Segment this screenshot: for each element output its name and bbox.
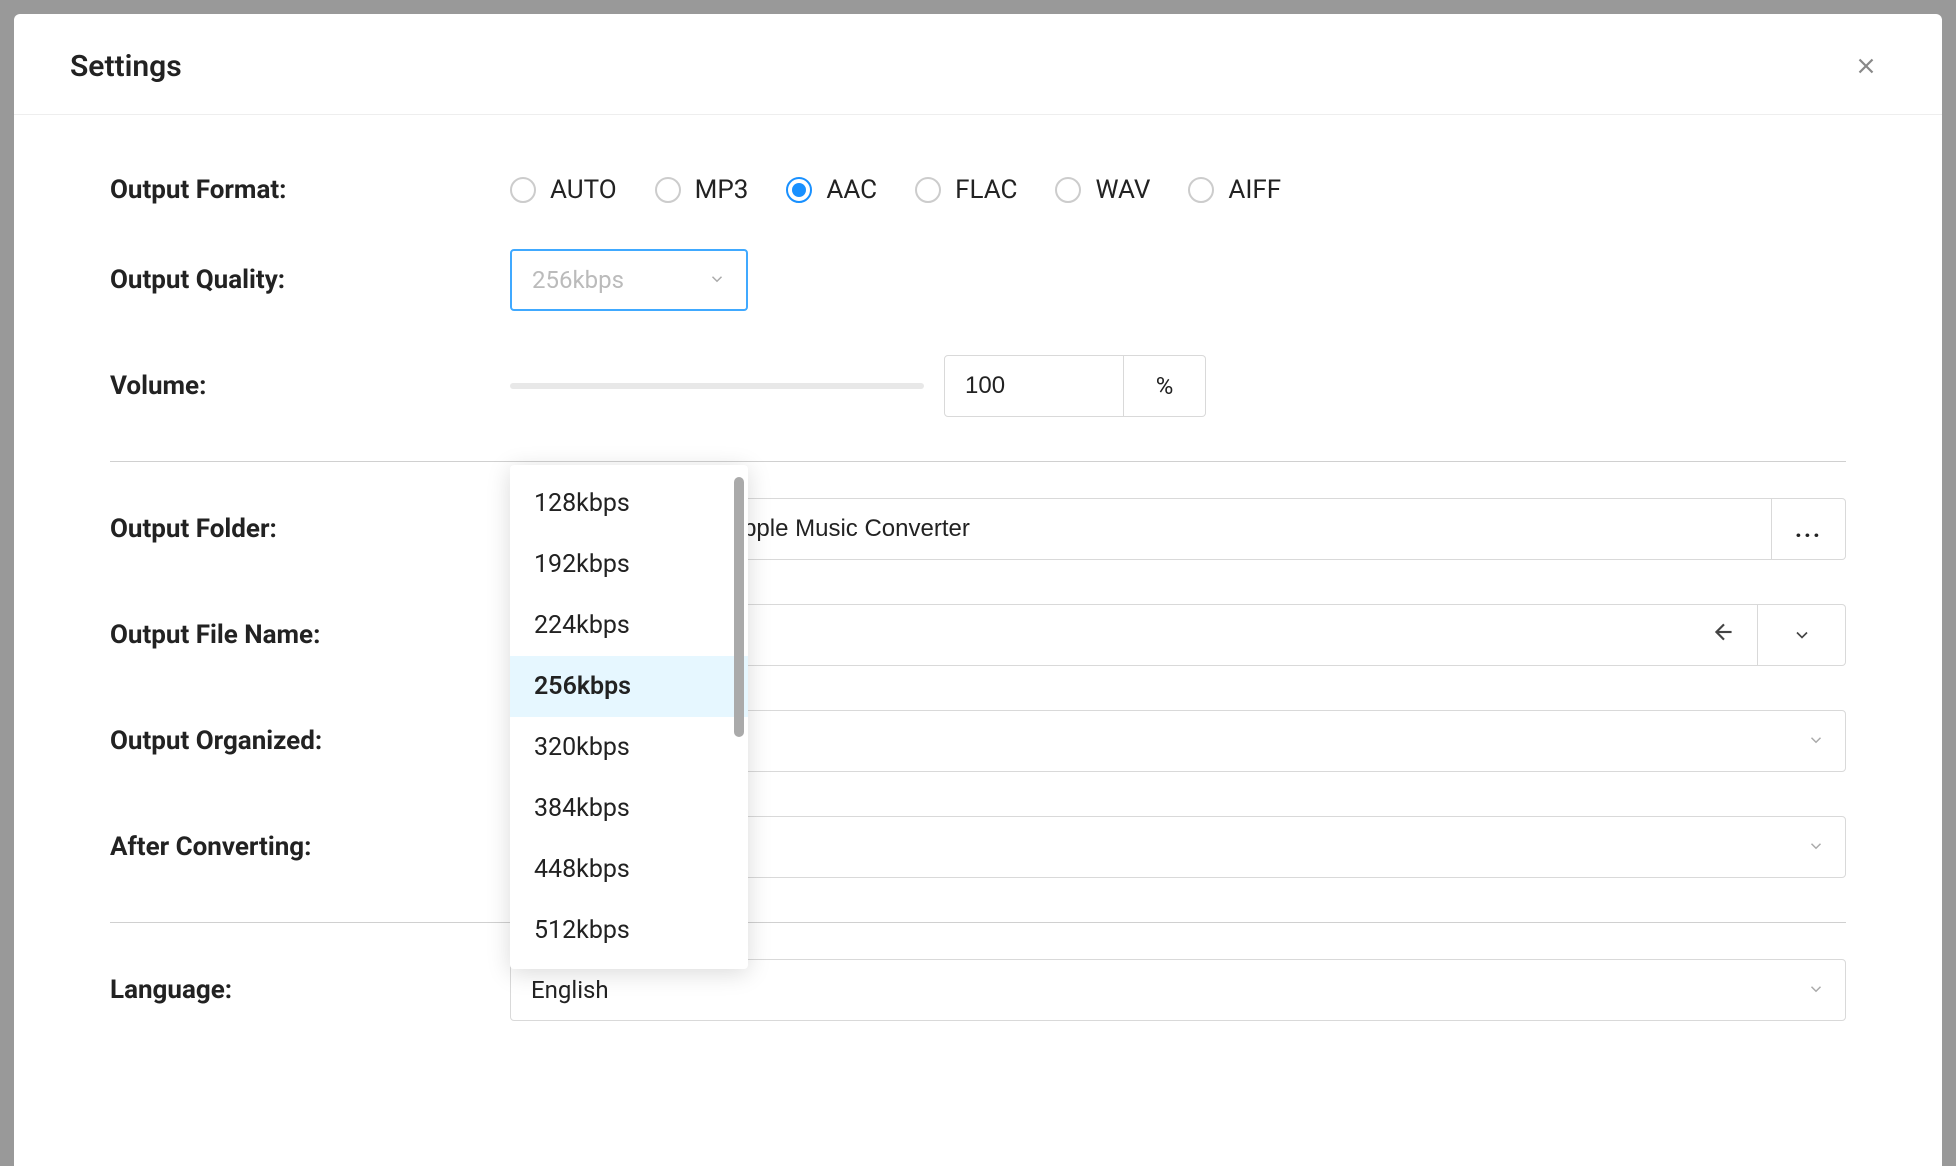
output-folder-row: Output Folder: ... bbox=[110, 498, 1846, 560]
after-converting-row: After Converting: None bbox=[110, 816, 1846, 878]
language-row: Language: English bbox=[110, 959, 1846, 1021]
quality-option-256[interactable]: 256kbps bbox=[510, 656, 748, 717]
output-quality-row: Output Quality: 256kbps bbox=[110, 249, 1846, 311]
volume-slider[interactable] bbox=[510, 383, 924, 389]
scrollbar-thumb[interactable] bbox=[734, 477, 744, 737]
quality-option-448[interactable]: 448kbps bbox=[510, 839, 748, 900]
output-quality-label: Output Quality: bbox=[110, 265, 510, 295]
output-quality-control: 256kbps bbox=[510, 249, 1846, 311]
radio-aac[interactable]: AAC bbox=[786, 175, 877, 205]
modal-header: Settings bbox=[14, 14, 1942, 115]
chevron-down-icon bbox=[708, 266, 726, 294]
quality-option-192[interactable]: 192kbps bbox=[510, 534, 748, 595]
radio-circle-icon bbox=[915, 177, 941, 203]
arrow-left-icon bbox=[1711, 619, 1737, 651]
radio-label: AIFF bbox=[1228, 175, 1281, 205]
volume-row: Volume: % bbox=[110, 355, 1846, 417]
quality-dropdown-panel: 128kbps 192kbps 224kbps 256kbps 320kbps … bbox=[510, 465, 748, 969]
divider bbox=[110, 461, 1846, 462]
radio-circle-icon bbox=[655, 177, 681, 203]
output-format-row: Output Format: AUTO MP3 AAC FLAC bbox=[110, 175, 1846, 205]
output-quality-select[interactable]: 256kbps bbox=[510, 249, 748, 311]
radio-auto[interactable]: AUTO bbox=[510, 175, 617, 205]
volume-unit: % bbox=[1124, 355, 1206, 417]
quality-option-512[interactable]: 512kbps bbox=[510, 900, 748, 961]
chevron-down-icon bbox=[1792, 625, 1812, 645]
after-converting-label: After Converting: bbox=[110, 832, 510, 862]
ellipsis-icon: ... bbox=[1795, 515, 1822, 543]
output-filename-label: Output File Name: bbox=[110, 620, 510, 650]
output-format-label: Output Format: bbox=[110, 175, 510, 205]
radio-label: MP3 bbox=[695, 175, 749, 205]
volume-input[interactable] bbox=[944, 355, 1124, 417]
language-value: English bbox=[531, 976, 609, 1004]
radio-circle-icon bbox=[510, 177, 536, 203]
output-format-radios: AUTO MP3 AAC FLAC WAV bbox=[510, 175, 1846, 205]
volume-label: Volume: bbox=[110, 371, 510, 401]
output-folder-label: Output Folder: bbox=[110, 514, 510, 544]
modal-body: Output Format: AUTO MP3 AAC FLAC bbox=[14, 115, 1942, 1166]
settings-modal: Settings Output Format: AUTO MP3 bbox=[14, 14, 1942, 1166]
output-quality-value: 256kbps bbox=[532, 266, 624, 294]
volume-control: % bbox=[510, 355, 1846, 417]
quality-option-320[interactable]: 320kbps bbox=[510, 717, 748, 778]
chevron-down-icon bbox=[1807, 727, 1825, 755]
close-icon bbox=[1853, 53, 1879, 79]
radio-mp3[interactable]: MP3 bbox=[655, 175, 749, 205]
radio-aiff[interactable]: AIFF bbox=[1188, 175, 1281, 205]
close-button[interactable] bbox=[1846, 46, 1886, 86]
quality-option-128[interactable]: 128kbps bbox=[510, 473, 748, 534]
radio-label: FLAC bbox=[955, 175, 1017, 205]
quality-option-384[interactable]: 384kbps bbox=[510, 778, 748, 839]
browse-button[interactable]: ... bbox=[1772, 498, 1846, 560]
filename-dropdown-button[interactable] bbox=[1758, 604, 1846, 666]
modal-title: Settings bbox=[70, 49, 182, 84]
radio-circle-icon bbox=[786, 177, 812, 203]
radio-label: AAC bbox=[826, 175, 877, 205]
radio-wav[interactable]: WAV bbox=[1055, 175, 1150, 205]
radio-label: WAV bbox=[1095, 175, 1150, 205]
chevron-down-icon bbox=[1807, 833, 1825, 861]
radio-circle-icon bbox=[1055, 177, 1081, 203]
quality-option-224[interactable]: 224kbps bbox=[510, 595, 748, 656]
output-filename-row: Output File Name: bbox=[110, 604, 1846, 666]
divider bbox=[110, 922, 1846, 923]
output-organized-row: Output Organized: bbox=[110, 710, 1846, 772]
volume-input-group: % bbox=[944, 355, 1206, 417]
radio-flac[interactable]: FLAC bbox=[915, 175, 1017, 205]
radio-circle-icon bbox=[1188, 177, 1214, 203]
output-organized-label: Output Organized: bbox=[110, 726, 510, 756]
radio-label: AUTO bbox=[550, 175, 617, 205]
chevron-down-icon bbox=[1807, 976, 1825, 1004]
language-label: Language: bbox=[110, 975, 510, 1005]
